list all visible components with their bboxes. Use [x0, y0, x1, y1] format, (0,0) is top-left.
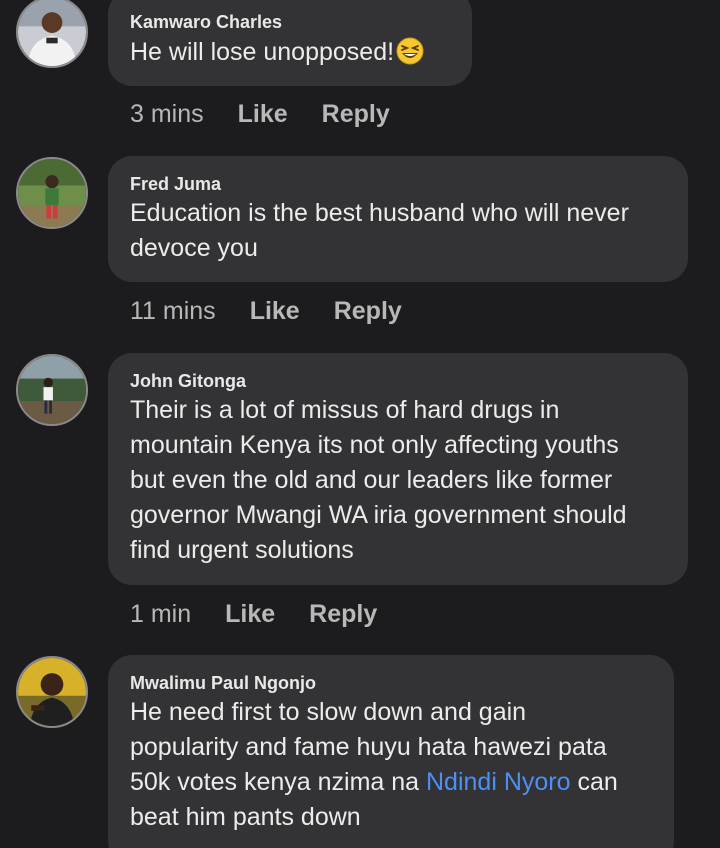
comment-time: 11 mins [130, 297, 216, 325]
comments-thread: Kamwaro Charles He will lose unopposed! … [0, 0, 720, 848]
comment-text-line: He need first to slow down and gain [130, 698, 527, 726]
comment-text-line: popularity and fame huyu hata hawezi pat… [130, 733, 607, 761]
comment-time: 3 mins [130, 100, 204, 128]
comment-text-line: He will lose unopposed! [130, 38, 395, 66]
avatar-photo-icon [18, 159, 86, 227]
comment-text-line: but even the old and our leaders like fo… [130, 466, 613, 494]
comment-text-line: beat him pants down [130, 803, 361, 831]
comment-text-line: devoce you [130, 234, 258, 262]
avatar-photo-icon [18, 658, 86, 726]
comment-text-line: 50k votes kenya nzima na Ndindi Nyoro ca… [130, 765, 656, 800]
comment-bubble: Fred Juma Education is the best husband … [108, 156, 688, 282]
mention-link[interactable]: Ndindi Nyoro [426, 768, 571, 796]
comment-text-line: governor Mwangi WA iria government shoul… [130, 501, 627, 529]
comment-text-segment: can [570, 768, 618, 796]
comment-text-line: Education is the best husband who will n… [130, 199, 629, 227]
comment-bubble: John Gitonga Their is a lot of missus of… [108, 353, 688, 585]
comment-author[interactable]: John Gitonga [130, 371, 246, 392]
comment-author[interactable]: Fred Juma [130, 174, 221, 195]
comment-text: He will lose unopposed! [130, 35, 454, 70]
comment-actions: 3 mins Like Reply [130, 100, 390, 129]
comment-actions: 11 mins Like Reply [130, 297, 402, 326]
comment-text: He need first to slow down and gain popu… [130, 695, 656, 835]
avatar-photo-icon [18, 356, 86, 424]
avatar-photo-icon [18, 0, 86, 66]
comment-actions: 1 min Like Reply [130, 600, 377, 629]
reply-button[interactable]: Reply [334, 297, 402, 326]
comment-time: 1 min [130, 600, 192, 628]
like-button[interactable]: Like [250, 297, 300, 326]
comment-text-line: mountain Kenya its not only affecting yo… [130, 431, 619, 459]
comment-text-segment: 50k votes kenya nzima na [130, 768, 426, 796]
avatar[interactable] [16, 157, 88, 229]
grinning-squinting-face-emoji-icon [396, 37, 424, 65]
comment-author[interactable]: Kamwaro Charles [130, 12, 282, 33]
like-button[interactable]: Like [225, 600, 275, 629]
avatar[interactable] [16, 354, 88, 426]
reply-button[interactable]: Reply [309, 600, 377, 629]
comment-text-line: find urgent solutions [130, 536, 354, 564]
comment-bubble: Kamwaro Charles He will lose unopposed! [108, 0, 472, 86]
avatar[interactable] [16, 0, 88, 68]
comment-text: Their is a lot of missus of hard drugs i… [130, 393, 670, 568]
comment-bubble: Mwalimu Paul Ngonjo He need first to slo… [108, 655, 674, 848]
comment-text-line: Their is a lot of missus of hard drugs i… [130, 396, 560, 424]
avatar[interactable] [16, 656, 88, 728]
reply-button[interactable]: Reply [322, 100, 390, 129]
comment-text: Education is the best husband who will n… [130, 196, 670, 266]
like-button[interactable]: Like [238, 100, 288, 129]
comment-author[interactable]: Mwalimu Paul Ngonjo [130, 673, 316, 694]
